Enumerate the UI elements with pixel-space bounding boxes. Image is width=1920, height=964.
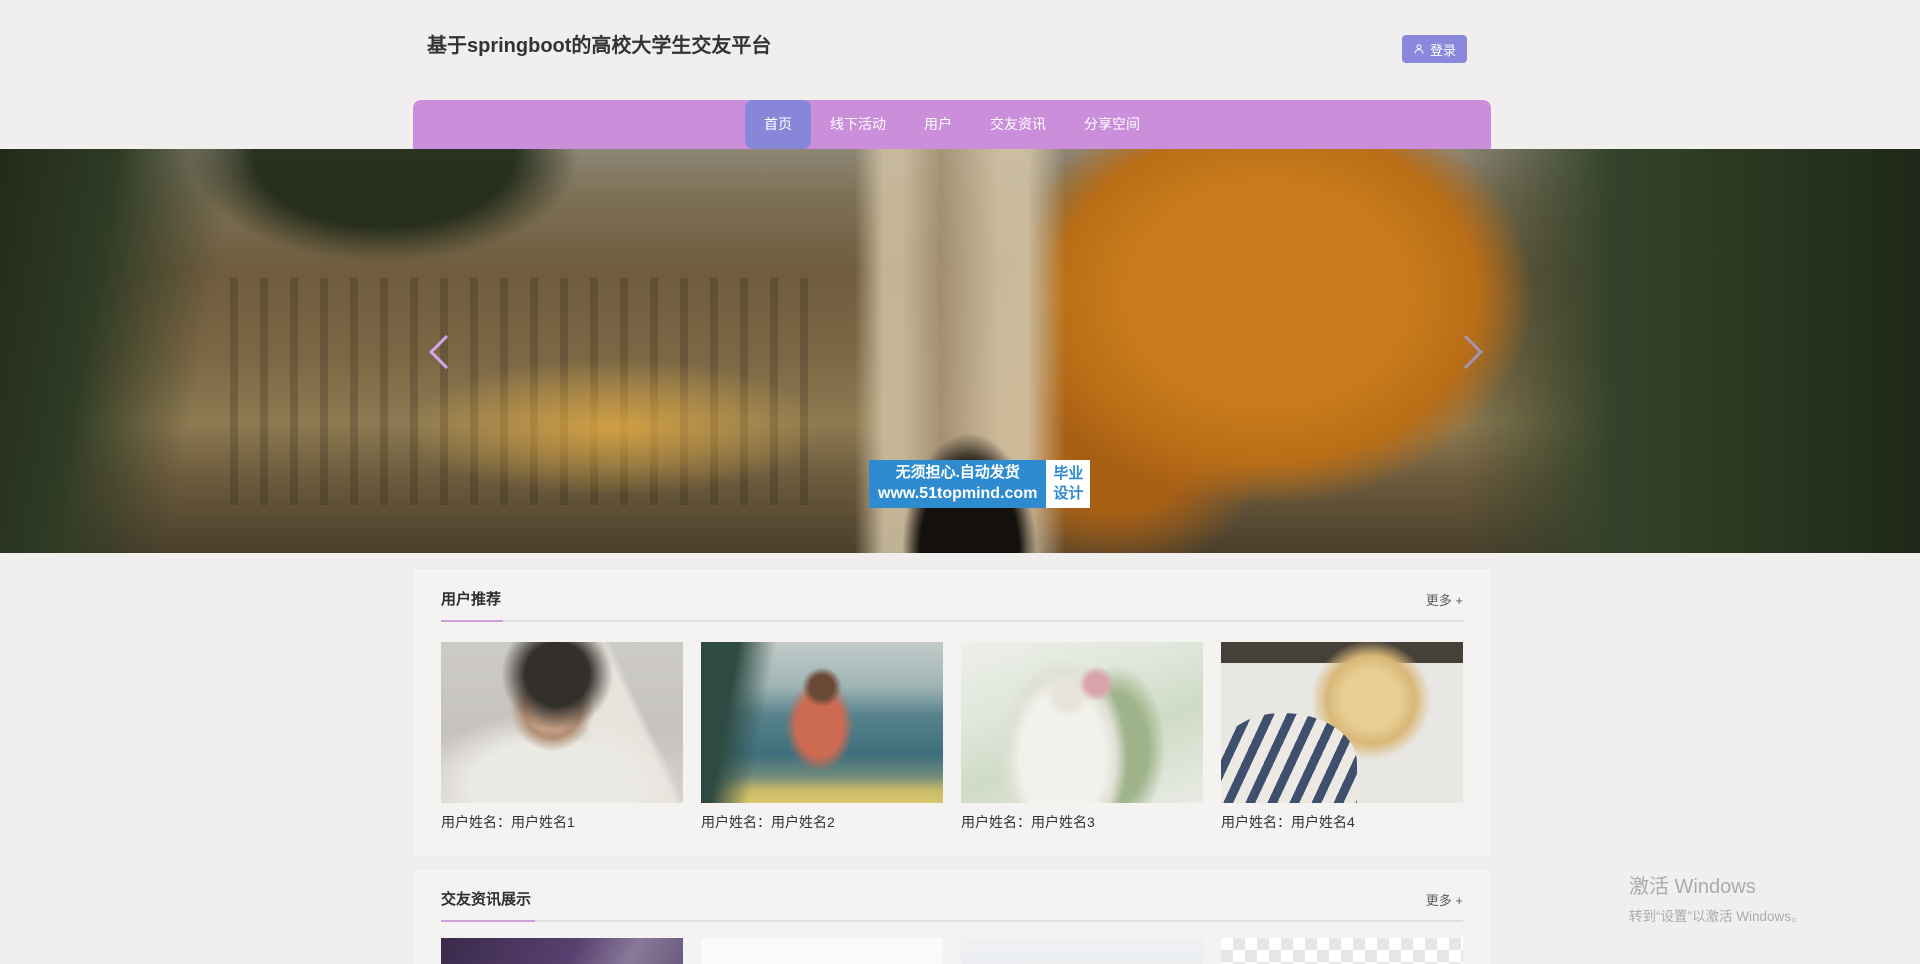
carousel-next-button[interactable] — [1444, 328, 1488, 376]
nav-item-share-space[interactable]: 分享空间 — [1065, 100, 1159, 149]
nav-item-users[interactable]: 用户 — [905, 100, 971, 149]
nav-item-home[interactable]: 首页 — [745, 100, 811, 149]
user-card-3[interactable]: 用户姓名：用户姓名3 — [961, 642, 1203, 832]
section-title-users: 用户推荐 — [441, 588, 501, 609]
more-link-users[interactable]: 更多 + — [1426, 590, 1463, 609]
login-button-label: 登录 — [1430, 40, 1456, 59]
nav-item-offline-activities[interactable]: 线下活动 — [811, 100, 905, 149]
main-nav: 首页 线下活动 用户 交友资讯 分享空间 — [413, 100, 1491, 149]
vendor-watermark: 无须担心.自动发货 www.51topmind.com 毕业 设计 — [869, 460, 1090, 508]
section-underline — [441, 920, 1463, 922]
news-image-4[interactable] — [1221, 938, 1463, 964]
page: 基于springboot的高校大学生交友平台 登录 首页 线下活动 用户 交友资… — [0, 0, 1920, 964]
dating-news-section: 交友资讯展示 更多 + — [413, 869, 1491, 964]
page-title: 基于springboot的高校大学生交友平台 — [427, 29, 771, 58]
user-icon — [1413, 43, 1425, 55]
user-photo-3 — [961, 642, 1203, 803]
section-underline — [441, 620, 1463, 622]
chevron-left-icon — [429, 335, 463, 369]
user-photo-1 — [441, 642, 683, 803]
user-name-label: 用户姓名：用户姓名3 — [961, 812, 1203, 832]
news-image-2[interactable] — [701, 938, 943, 964]
vendor-watermark-badge: 毕业 设计 — [1046, 460, 1090, 508]
user-recommend-section: 用户推荐 更多 + 用户姓名：用户姓名1 用户姓名：用户姓名2 用户姓名：用户姓… — [413, 569, 1491, 857]
user-photo-4 — [1221, 642, 1463, 803]
more-link-news[interactable]: 更多 + — [1426, 890, 1463, 909]
nav-item-dating-news[interactable]: 交友资讯 — [971, 100, 1065, 149]
carousel-prev-button[interactable] — [424, 328, 468, 376]
user-name-label: 用户姓名：用户姓名2 — [701, 812, 943, 832]
user-card-2[interactable]: 用户姓名：用户姓名2 — [701, 642, 943, 832]
user-card-4[interactable]: 用户姓名：用户姓名4 — [1221, 642, 1463, 832]
vendor-watermark-text: 无须担心.自动发货 www.51topmind.com — [869, 460, 1046, 508]
news-image-3[interactable] — [961, 938, 1203, 964]
section-title-news: 交友资讯展示 — [441, 888, 531, 909]
user-photo-2 — [701, 642, 943, 803]
login-button[interactable]: 登录 — [1402, 35, 1467, 63]
user-name-label: 用户姓名：用户姓名4 — [1221, 812, 1463, 832]
user-card-1[interactable]: 用户姓名：用户姓名1 — [441, 642, 683, 832]
windows-activation-watermark: 激活 Windows 转到“设置”以激活 Windows。 — [1629, 870, 1805, 925]
hero-light-glow — [403, 359, 825, 496]
user-name-label: 用户姓名：用户姓名1 — [441, 812, 683, 832]
news-image-1[interactable] — [441, 938, 683, 964]
chevron-right-icon — [1449, 335, 1483, 369]
